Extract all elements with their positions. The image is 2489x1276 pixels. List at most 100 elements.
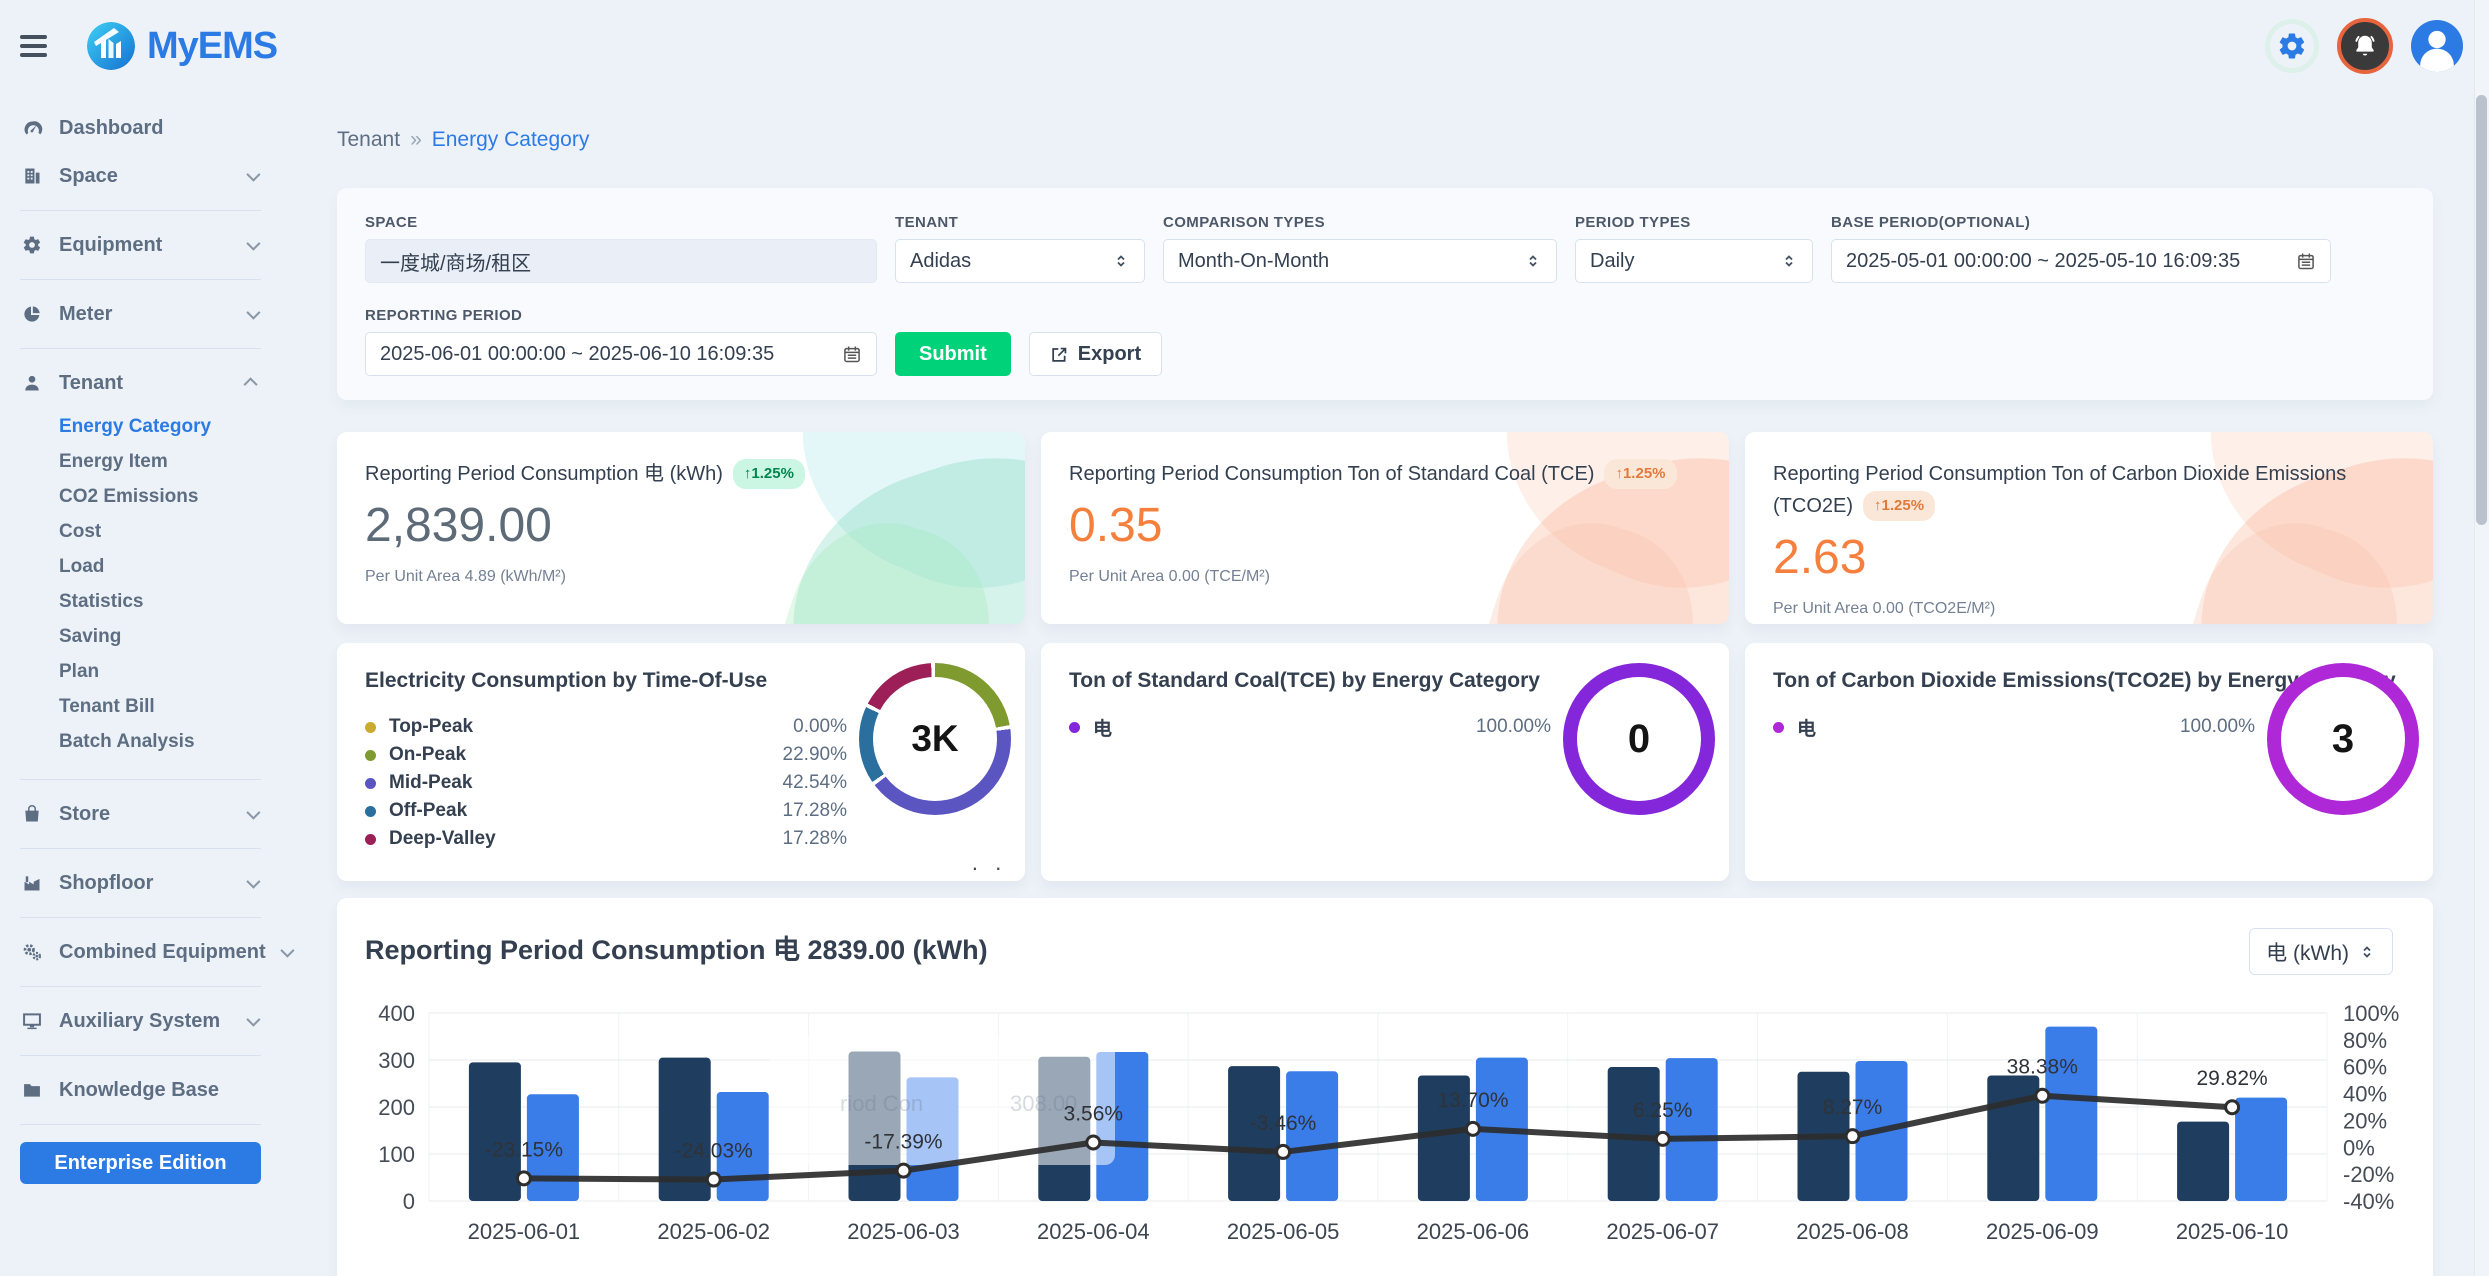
svg-text:200: 200 <box>378 1095 415 1120</box>
gauge-icon <box>20 118 44 139</box>
sidebar-item-meter[interactable]: Meter <box>0 290 281 338</box>
svg-text:-40%: -40% <box>2343 1189 2394 1214</box>
legend-label: 电 <box>1093 714 1112 741</box>
sidebar-divider <box>20 210 261 211</box>
svg-text:40%: 40% <box>2343 1082 2387 1107</box>
unit-select[interactable]: 电 (kWh) <box>2249 928 2393 975</box>
sidebar-item-label: Meter <box>59 303 232 326</box>
calendar-icon <box>842 344 862 364</box>
sidebar-item-space[interactable]: Space <box>0 152 281 200</box>
sidebar-divider <box>20 848 261 849</box>
space-input[interactable]: 一度城/商场/租区 <box>365 239 877 283</box>
notifications-bell-icon[interactable] <box>2337 18 2393 74</box>
comparison-label: COMPARISON TYPES <box>1163 214 1557 231</box>
svg-text:-24.03%: -24.03% <box>675 1140 753 1163</box>
brand-logo[interactable]: MyEMS <box>87 22 277 70</box>
chevron-up-icon <box>244 377 258 391</box>
legend-percent: 0.00% <box>793 716 847 738</box>
period-type-select[interactable]: Daily <box>1575 239 1813 283</box>
export-external-link-icon <box>1050 345 1069 364</box>
svg-text:400: 400 <box>378 1001 415 1026</box>
sidebar-item-plan[interactable]: Plan <box>59 654 281 689</box>
svg-text:2025-06-03: 2025-06-03 <box>847 1219 960 1244</box>
sidebar-item-knowledge-base[interactable]: Knowledge Base <box>0 1066 281 1114</box>
sidebar-item-tenant-bill[interactable]: Tenant Bill <box>59 689 281 724</box>
svg-text:3.56%: 3.56% <box>1064 1103 1124 1126</box>
brand-name: MyEMS <box>147 25 277 68</box>
legend-label: Deep-Valley <box>389 828 496 850</box>
user-avatar-icon[interactable] <box>2411 20 2463 72</box>
legend-percent: 22.90% <box>783 744 847 766</box>
topbar: MyEMS <box>0 0 2489 92</box>
sidebar-item-statistics[interactable]: Statistics <box>59 584 281 619</box>
reporting-period-input[interactable]: 2025-06-01 00:00:00 ~ 2025-06-10 16:09:3… <box>365 332 877 376</box>
sidebar-divider <box>20 279 261 280</box>
settings-gear-icon[interactable] <box>2265 19 2319 73</box>
sidebar-item-energy-category[interactable]: Energy Category <box>59 409 281 444</box>
sidebar-nav: DashboardSpaceEquipmentMeterTenantEnergy… <box>0 104 281 1125</box>
legend-color-dot <box>365 778 376 789</box>
sidebar-item-dashboard[interactable]: Dashboard <box>0 104 281 152</box>
legend-percent: 42.54% <box>783 772 847 794</box>
tenant-select[interactable]: Adidas <box>895 239 1145 283</box>
sidebar-item-saving[interactable]: Saving <box>59 619 281 654</box>
legend-color-dot <box>365 834 376 845</box>
svg-text:20%: 20% <box>2343 1108 2387 1133</box>
sidebar-item-combined-equipment[interactable]: Combined Equipment <box>0 928 281 976</box>
sidebar-item-batch-analysis[interactable]: Batch Analysis <box>59 724 281 759</box>
svg-text:2025-06-04: 2025-06-04 <box>1037 1219 1150 1244</box>
period-type-label: PERIOD TYPES <box>1575 214 1813 231</box>
submit-button[interactable]: Submit <box>895 332 1011 376</box>
donut-center-value: 0 <box>1628 717 1650 762</box>
base-period-input[interactable]: 2025-05-01 00:00:00 ~ 2025-05-10 16:09:3… <box>1831 239 2331 283</box>
folder-icon <box>20 1080 44 1100</box>
sidebar-item-load[interactable]: Load <box>59 549 281 584</box>
legend-row: Deep-Valley17.28% <box>365 825 847 853</box>
monitor-icon <box>20 1011 44 1031</box>
sidebar-item-equipment[interactable]: Equipment <box>0 221 281 269</box>
hamburger-menu-icon[interactable] <box>16 29 51 63</box>
comparison-select[interactable]: Month-On-Month <box>1163 239 1557 283</box>
svg-text:2025-06-02: 2025-06-02 <box>657 1219 770 1244</box>
sidebar-item-tenant[interactable]: Tenant <box>0 359 281 407</box>
page-scrollbar-thumb[interactable] <box>2476 95 2487 525</box>
sidebar-item-label: Dashboard <box>59 117 261 140</box>
summary-card-title: Reporting Period Consumption Ton of Carb… <box>1773 458 2405 522</box>
donut-center-value: 3K <box>911 718 958 760</box>
reporting-period-label: REPORTING PERIOD <box>365 307 877 324</box>
breadcrumb-parent[interactable]: Tenant <box>337 128 400 151</box>
legend-label: Off-Peak <box>389 800 467 822</box>
svg-text:29.82%: 29.82% <box>2196 1067 2267 1090</box>
breadcrumb-current[interactable]: Energy Category <box>432 128 590 151</box>
sidebar-item-store[interactable]: Store <box>0 790 281 838</box>
comparison-field: COMPARISON TYPES Month-On-Month <box>1163 214 1557 283</box>
reporting-period-field: REPORTING PERIOD 2025-06-01 00:00:00 ~ 2… <box>365 307 877 376</box>
enterprise-edition-button[interactable]: Enterprise Edition <box>20 1142 261 1184</box>
sidebar-item-auxiliary-system[interactable]: Auxiliary System <box>0 997 281 1045</box>
chart-title: Reporting Period Consumption 电 2839.00 (… <box>365 928 2405 967</box>
summary-card-value: 2.63 <box>1773 530 2405 585</box>
sidebar-item-shopfloor[interactable]: Shopfloor <box>0 859 281 907</box>
sidebar-item-co2-emissions[interactable]: CO2 Emissions <box>59 479 281 514</box>
chevrons-updown-icon <box>2358 943 2376 961</box>
sidebar-divider <box>20 779 261 780</box>
chevron-down-icon <box>246 306 260 320</box>
legend-row: 电100.00% <box>1773 713 2255 741</box>
svg-text:13.70%: 13.70% <box>1437 1089 1508 1112</box>
svg-text:-3.46%: -3.46% <box>1250 1112 1317 1135</box>
chevron-down-icon <box>246 168 260 182</box>
legend-row: Off-Peak17.28% <box>365 797 847 825</box>
svg-text:100%: 100% <box>2343 1001 2399 1026</box>
summary-card-1: Reporting Period Consumption 电 (kWh)↑1.2… <box>337 432 1025 624</box>
factory-icon <box>20 873 44 893</box>
sidebar-item-label: Store <box>59 803 232 826</box>
sidebar-item-label: Knowledge Base <box>59 1079 261 1102</box>
sidebar-item-energy-item[interactable]: Energy Item <box>59 444 281 479</box>
donut-center-value: 3 <box>2332 717 2354 762</box>
sidebar-item-cost[interactable]: Cost <box>59 514 281 549</box>
gears-icon <box>20 941 44 963</box>
export-button[interactable]: Export <box>1029 332 1162 376</box>
legend-row: On-Peak22.90% <box>365 741 847 769</box>
sidebar-item-label: Equipment <box>59 234 232 257</box>
legend-label: 电 <box>1797 714 1816 741</box>
